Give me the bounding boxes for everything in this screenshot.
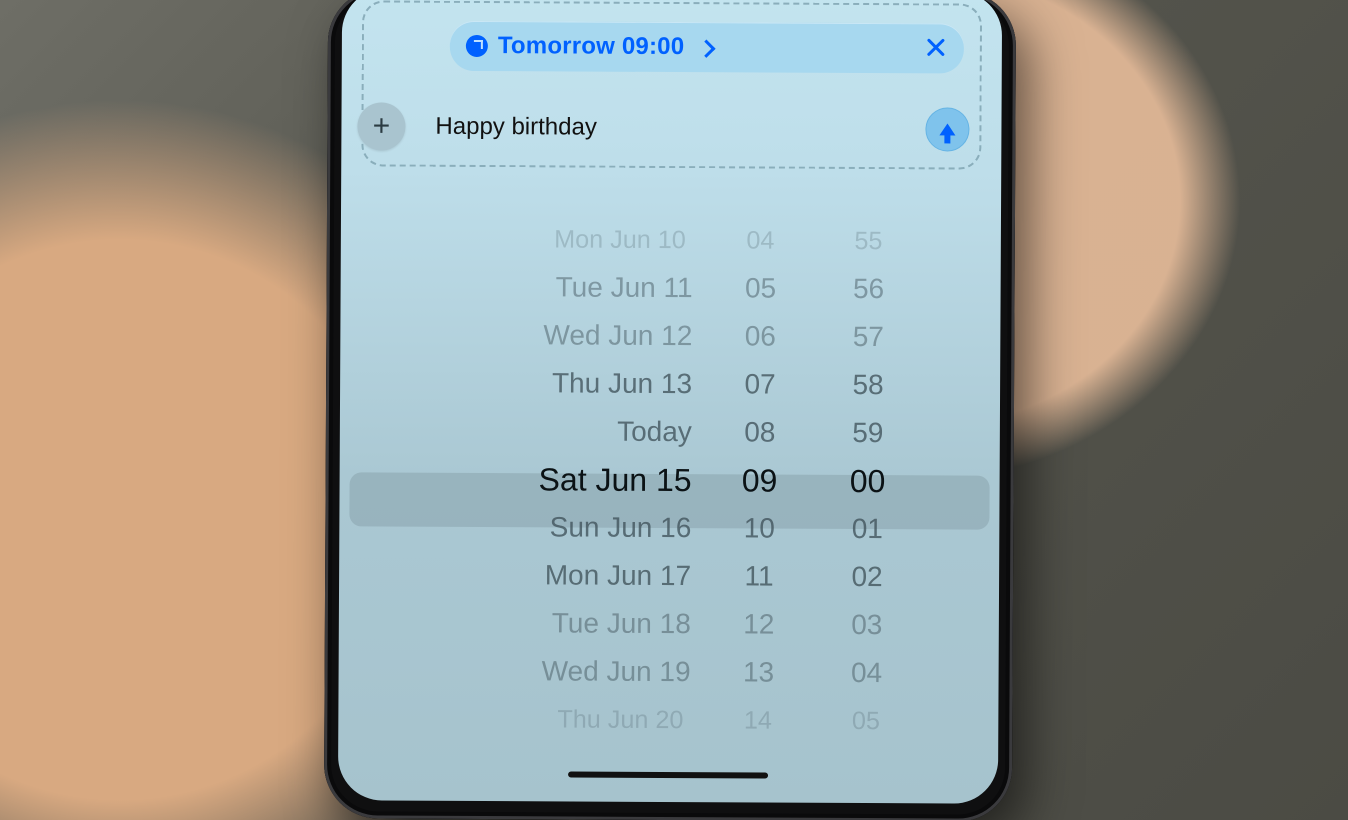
- date-wheel[interactable]: Mon Jun 10 Tue Jun 11 Wed Jun 12 Thu Jun…: [430, 215, 693, 792]
- hour-option[interactable]: 06: [745, 312, 776, 360]
- date-option[interactable]: Today: [617, 408, 692, 456]
- scene-photo: Tomorrow 09:00 + Happy birthday: [0, 0, 1348, 820]
- minute-option[interactable]: 55: [855, 219, 883, 262]
- minute-option[interactable]: 03: [851, 601, 882, 649]
- hour-wheel[interactable]: 04 05 06 07 08 09 10 11 12 13 14: [718, 216, 801, 792]
- screen: Tomorrow 09:00 + Happy birthday: [338, 0, 1002, 804]
- hour-option[interactable]: 05: [745, 264, 776, 312]
- compose-area: Tomorrow 09:00 + Happy birthday: [361, 0, 982, 169]
- hour-option-selected[interactable]: 09: [742, 456, 778, 504]
- minute-option-selected[interactable]: 00: [850, 457, 886, 505]
- schedule-chip[interactable]: Tomorrow 09:00: [450, 21, 964, 74]
- chevron-right-icon: [698, 39, 716, 57]
- add-button[interactable]: +: [357, 102, 405, 150]
- schedule-chip-open[interactable]: Tomorrow 09:00: [450, 32, 714, 61]
- date-option[interactable]: Thu Jun 20: [557, 698, 683, 742]
- message-row: + Happy birthday: [363, 98, 979, 157]
- hour-option[interactable]: 12: [743, 600, 774, 648]
- date-option[interactable]: Sun Jun 16: [550, 503, 692, 552]
- date-option[interactable]: Mon Jun 17: [545, 551, 692, 600]
- schedule-chip-label: Tomorrow 09:00: [498, 32, 685, 61]
- minute-option[interactable]: 01: [852, 505, 883, 553]
- minute-option[interactable]: 02: [851, 553, 882, 601]
- hour-option[interactable]: 04: [747, 219, 775, 262]
- date-option[interactable]: Mon Jun 10: [554, 218, 686, 262]
- minute-option[interactable]: 59: [852, 409, 883, 457]
- remove-schedule-button[interactable]: [926, 35, 946, 61]
- message-input[interactable]: Happy birthday: [435, 113, 925, 144]
- close-icon: [926, 37, 946, 57]
- clock-icon: [466, 35, 488, 57]
- minute-option[interactable]: 57: [853, 313, 884, 361]
- minute-option[interactable]: 05: [852, 699, 880, 742]
- plus-icon: +: [373, 109, 391, 143]
- home-indicator[interactable]: [568, 771, 768, 778]
- hour-option[interactable]: 14: [744, 699, 772, 742]
- minute-option[interactable]: 04: [851, 649, 882, 697]
- date-option[interactable]: Wed Jun 19: [542, 647, 691, 696]
- send-button[interactable]: [925, 107, 969, 151]
- minute-option[interactable]: 58: [852, 361, 883, 409]
- hour-option[interactable]: 11: [744, 552, 773, 600]
- iphone-frame: Tomorrow 09:00 + Happy birthday: [324, 0, 1016, 820]
- date-option-selected[interactable]: Sat Jun 15: [538, 455, 691, 504]
- date-option[interactable]: Thu Jun 13: [552, 359, 692, 408]
- arrow-up-icon: [939, 123, 955, 135]
- hour-option[interactable]: 10: [744, 504, 775, 552]
- date-option[interactable]: Tue Jun 11: [556, 263, 693, 312]
- picker-columns: Mon Jun 10 Tue Jun 11 Wed Jun 12 Thu Jun…: [398, 215, 941, 794]
- minute-option[interactable]: 56: [853, 265, 884, 313]
- minute-wheel[interactable]: 55 56 57 58 59 00 01 02 03 04 05: [826, 217, 909, 793]
- date-option[interactable]: Wed Jun 12: [543, 311, 692, 360]
- date-option[interactable]: Tue Jun 18: [552, 599, 691, 648]
- hour-option[interactable]: 08: [744, 408, 775, 456]
- datetime-picker: Mon Jun 10 Tue Jun 11 Wed Jun 12 Thu Jun…: [338, 188, 1001, 803]
- hour-option[interactable]: 13: [743, 648, 774, 696]
- hour-option[interactable]: 07: [744, 360, 775, 408]
